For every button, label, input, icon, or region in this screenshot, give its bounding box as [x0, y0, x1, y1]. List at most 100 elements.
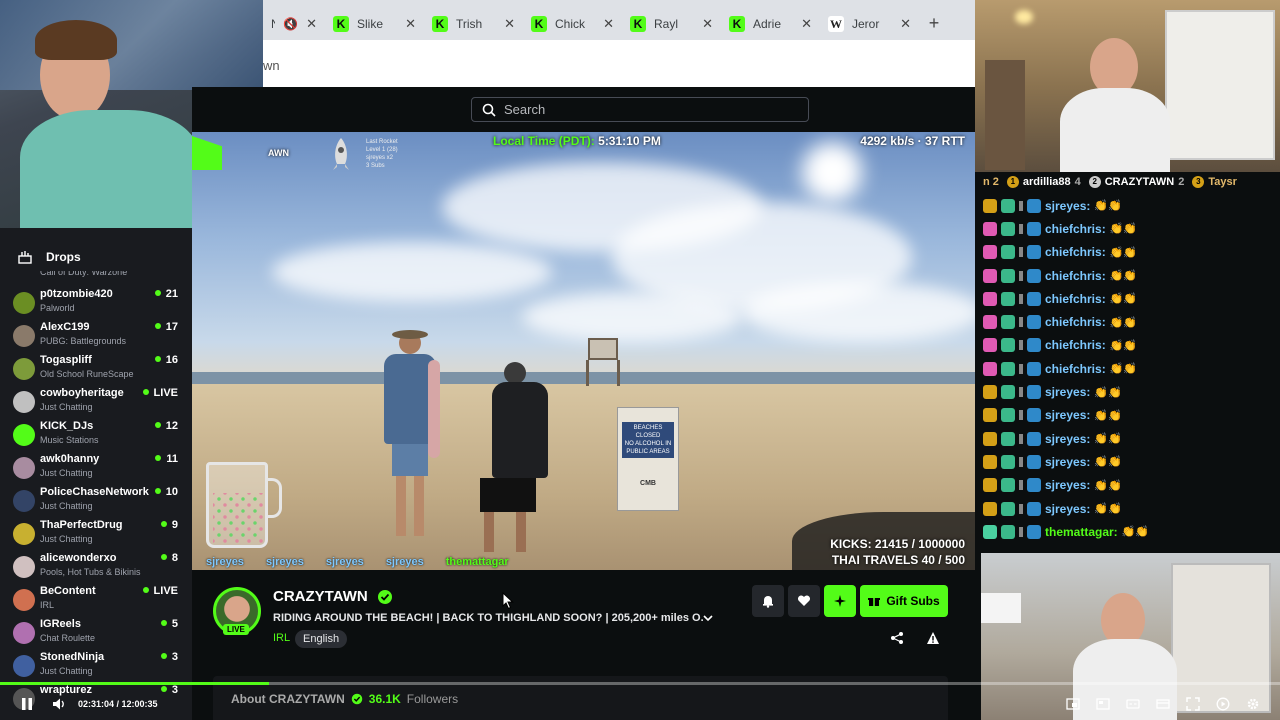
- chat-username[interactable]: sjreyes:: [1045, 478, 1090, 492]
- sub-badge-icon: [983, 454, 997, 469]
- browser-tab[interactable]: N 🔇 ✕: [263, 8, 325, 40]
- channel-avatar: [13, 457, 35, 479]
- settings-gear-icon[interactable]: [1246, 697, 1260, 711]
- close-tab-icon[interactable]: ✕: [801, 16, 812, 32]
- close-tab-icon[interactable]: ✕: [306, 16, 317, 32]
- shelf: [1165, 10, 1275, 160]
- report-icon[interactable]: [926, 631, 940, 645]
- close-tab-icon[interactable]: ✕: [900, 16, 911, 32]
- sparkle-button[interactable]: [824, 585, 856, 617]
- channel-category: Just Chatting: [40, 402, 93, 412]
- channel-avatar: [13, 622, 35, 644]
- search-input[interactable]: Search: [471, 97, 809, 122]
- shirt: [1060, 88, 1170, 172]
- sidebar-channel[interactable]: PoliceChaseNetwork Just Chatting 10: [0, 484, 192, 517]
- drops-link[interactable]: Drops: [18, 250, 81, 264]
- sidebar-channel[interactable]: alicewonderxo Pools, Hot Tubs & Bikinis 8: [0, 550, 192, 583]
- badge-icon: [1019, 293, 1023, 304]
- chat-username[interactable]: sjreyes:: [1045, 199, 1090, 213]
- category-link[interactable]: IRL: [273, 632, 290, 644]
- sidebar-channel[interactable]: KICK_DJs Music Stations 12: [0, 418, 192, 451]
- miniplayer-icon[interactable]: [1096, 697, 1110, 711]
- sidebar-channel[interactable]: StonedNinja Just Chatting 3: [0, 649, 192, 682]
- top-gifter[interactable]: 1 ardillia88 4: [1006, 176, 1081, 188]
- browser-tab[interactable]: W Jeror ✕: [820, 8, 919, 40]
- drops-label: Drops: [46, 250, 81, 264]
- pause-icon[interactable]: [20, 697, 34, 711]
- sidebar-channel[interactable]: ThaPerfectDrug Just Chatting 9: [0, 517, 192, 550]
- chat-username[interactable]: chiefchris:: [1045, 222, 1106, 236]
- chat-username[interactable]: chiefchris:: [1045, 338, 1106, 352]
- mute-icon[interactable]: 🔇: [283, 17, 298, 31]
- sidebar-channel[interactable]: IGReels Chat Roulette 5: [0, 616, 192, 649]
- top-gifter[interactable]: 3 Taysr: [1192, 176, 1237, 188]
- channel-avatar: [13, 589, 35, 611]
- browser-tab[interactable]: K Adrie ✕: [721, 8, 820, 40]
- follow-button[interactable]: [788, 585, 820, 617]
- channel-category: Just Chatting: [40, 534, 93, 544]
- sidebar-channel[interactable]: awk0hanny Just Chatting 11: [0, 451, 192, 484]
- ticker-username: themattagar: [445, 556, 509, 568]
- pip-icon[interactable]: [1066, 697, 1080, 711]
- browser-tab[interactable]: K Trish ✕: [424, 8, 523, 40]
- verified-badge-icon: [1027, 454, 1041, 469]
- chat-username[interactable]: chiefchris:: [1045, 269, 1106, 283]
- tab-label: Rayl: [654, 17, 679, 31]
- close-tab-icon[interactable]: ✕: [405, 16, 416, 32]
- chat-username[interactable]: chiefchris:: [1045, 245, 1106, 259]
- gift-subs-button[interactable]: Gift Subs: [860, 585, 948, 617]
- autoplay-icon[interactable]: [1216, 697, 1230, 711]
- theater-mode-icon[interactable]: [1156, 697, 1170, 711]
- tab-label: Adrie: [753, 17, 782, 31]
- sub-badge-icon: [983, 524, 997, 539]
- sidebar-channel[interactable]: AlexC199 PUBG: Battlegrounds 17: [0, 319, 192, 352]
- volume-icon[interactable]: [52, 697, 66, 711]
- chat-username[interactable]: sjreyes:: [1045, 455, 1090, 469]
- browser-tab[interactable]: K Rayl ✕: [622, 8, 721, 40]
- share-icon[interactable]: [890, 631, 904, 645]
- close-tab-icon[interactable]: ✕: [504, 16, 515, 32]
- chat-username[interactable]: sjreyes:: [1045, 502, 1090, 516]
- channel-name: alicewonderxo: [40, 552, 117, 564]
- chat-username[interactable]: chiefchris:: [1045, 292, 1106, 306]
- chevron-down-icon[interactable]: [702, 613, 714, 623]
- sidebar-channel[interactable]: p0tzombie420 Palworld 21: [0, 286, 192, 319]
- channel-name[interactable]: CRAZYTAWN: [273, 588, 368, 605]
- sidebar-channel[interactable]: cowboyheritage Just Chatting LIVE: [0, 385, 192, 418]
- language-tag[interactable]: English: [295, 630, 348, 648]
- search-placeholder: Search: [504, 102, 546, 117]
- chat-username[interactable]: chiefchris:: [1045, 362, 1106, 376]
- rocket-line: sjreyes x2: [366, 155, 394, 161]
- new-tab-icon[interactable]: +: [919, 13, 949, 34]
- viewer-count: 10: [155, 486, 178, 498]
- kick-logo-icon: K: [630, 16, 646, 32]
- notification-button[interactable]: [752, 585, 784, 617]
- address-bar[interactable]: wn: [263, 40, 975, 87]
- close-tab-icon[interactable]: ✕: [603, 16, 614, 32]
- chat-username[interactable]: chiefchris:: [1045, 315, 1106, 329]
- chat-username[interactable]: themattagar:: [1045, 525, 1118, 539]
- top-gifter[interactable]: 2 CRAZYTAWN 2: [1088, 176, 1184, 188]
- chat-username[interactable]: sjreyes:: [1045, 432, 1090, 446]
- chat-username[interactable]: sjreyes:: [1045, 408, 1090, 422]
- channel-category: Chat Roulette: [40, 633, 96, 643]
- browser-tab[interactable]: K Slike ✕: [325, 8, 424, 40]
- verified-badge-icon: [1027, 478, 1041, 493]
- verified-badge-icon: [1027, 268, 1041, 283]
- tab-label: N: [271, 17, 275, 31]
- badge-icon: [1019, 270, 1023, 281]
- gifter-badge-icon: [1001, 291, 1015, 306]
- captions-icon[interactable]: [1126, 697, 1140, 711]
- chat-username[interactable]: sjreyes:: [1045, 385, 1090, 399]
- sub-badge-icon: [983, 361, 997, 376]
- verified-badge-icon: [1027, 198, 1041, 213]
- sidebar-channel[interactable]: BeContent IRL LIVE: [0, 583, 192, 616]
- fullscreen-icon[interactable]: [1186, 697, 1200, 711]
- channel-avatar: [13, 325, 35, 347]
- sidebar-channel[interactable]: Togaspliff Old School RuneScape 16: [0, 352, 192, 385]
- browser-tab[interactable]: K Chick ✕: [523, 8, 622, 40]
- video-player[interactable]: BEACHES CLOSED NO ALCOHOL IN PUBLIC AREAS C…: [192, 132, 975, 570]
- close-tab-icon[interactable]: ✕: [702, 16, 713, 32]
- top-gifter[interactable]: n 2: [983, 176, 999, 188]
- channel-avatar: [13, 556, 35, 578]
